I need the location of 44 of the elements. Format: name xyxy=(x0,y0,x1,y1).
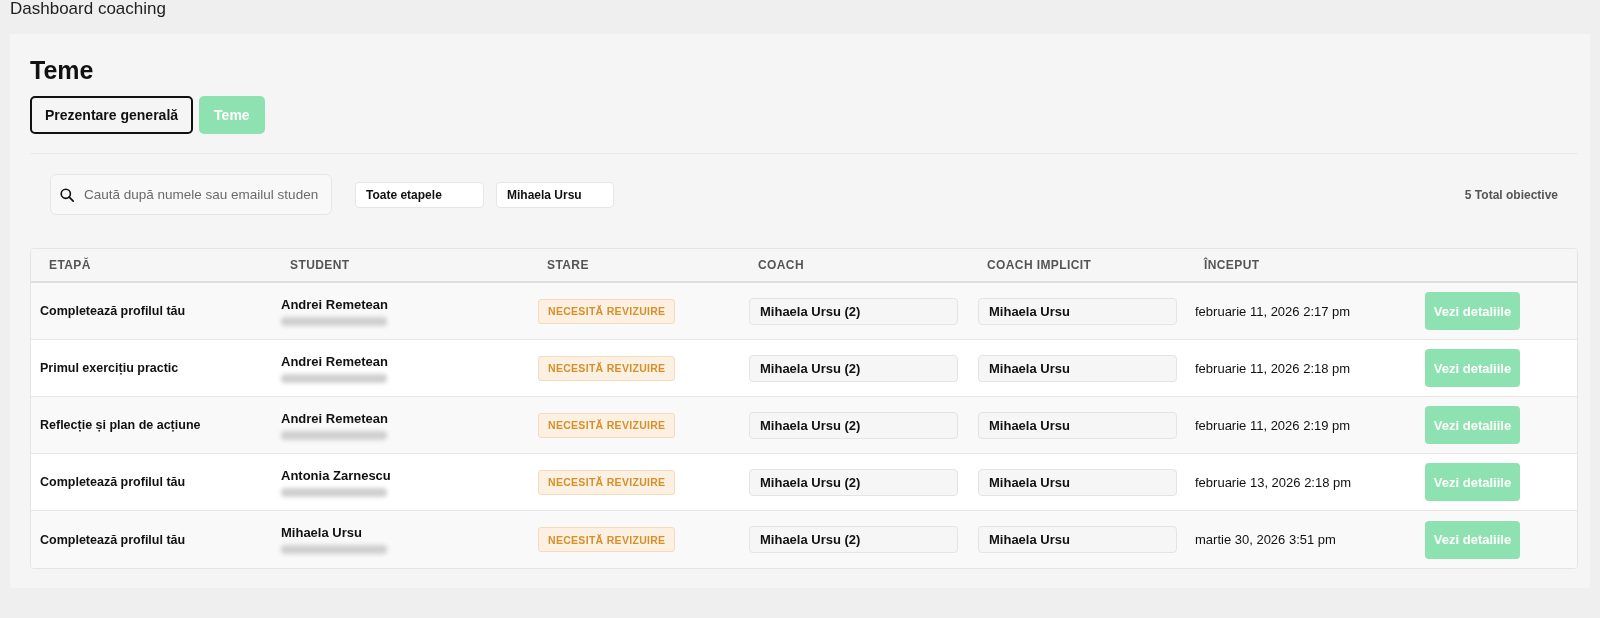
coach-field[interactable]: Mihaela Ursu (2) xyxy=(749,468,958,496)
column-header: STARE xyxy=(547,258,589,272)
stage-name: Primul exercițiu practic xyxy=(40,361,179,375)
start-date: martie 30, 2026 3:51 pm xyxy=(1195,532,1336,547)
student-name: Andrei Remetean xyxy=(281,410,388,426)
default-coach-field[interactable]: Mihaela Ursu xyxy=(978,354,1177,382)
default-coach-field[interactable]: Mihaela Ursu xyxy=(978,526,1177,553)
status-badge: NECESITĂ REVIZUIRE xyxy=(538,469,676,495)
page-title: Dashboard coaching xyxy=(10,0,166,18)
search-field[interactable]: Caută după numele sau emailul studen xyxy=(50,174,332,215)
coach-field[interactable]: Mihaela Ursu (2) xyxy=(749,526,958,553)
column-header: COACH IMPLICIT xyxy=(987,258,1092,272)
status-badge: NECESITĂ REVIZUIRE xyxy=(538,527,676,552)
student-name: Andrei Remetean xyxy=(281,296,388,312)
stage-name: Completează profilul tău xyxy=(40,475,186,489)
section-heading: Teme xyxy=(30,55,94,86)
coach-field[interactable]: Mihaela Ursu (2) xyxy=(749,297,958,325)
default-coach-field[interactable]: Mihaela Ursu xyxy=(978,411,1177,439)
stage-name: Completează profilul tău xyxy=(40,532,186,547)
coach-field[interactable]: Mihaela Ursu (2) xyxy=(749,354,958,382)
default-coach-field[interactable]: Mihaela Ursu xyxy=(978,468,1177,496)
student-name: Mihaela Ursu xyxy=(281,525,362,540)
status-badge: NECESITĂ REVIZUIRE xyxy=(538,355,676,381)
start-date: februarie 11, 2026 2:17 pm xyxy=(1195,303,1351,319)
start-date: februarie 11, 2026 2:18 pm xyxy=(1195,360,1351,376)
column-header: COACH xyxy=(758,258,804,272)
student-name: Andrei Remetean xyxy=(281,353,388,369)
stage-name: Reflecție și plan de acțiune xyxy=(40,418,201,432)
column-header: STUDENT xyxy=(290,258,350,272)
start-date: februarie 13, 2026 2:18 pm xyxy=(1195,474,1352,490)
column-header: ETAPĂ xyxy=(49,258,91,272)
column-header: ÎNCEPUT xyxy=(1204,258,1260,272)
stage-name: Completează profilul tău xyxy=(40,304,186,318)
coach-field[interactable]: Mihaela Ursu (2) xyxy=(749,411,958,439)
student-name: Antonia Zarnescu xyxy=(281,467,391,483)
tab[interactable]: Prezentare generală xyxy=(30,96,194,134)
status-badge: NECESITĂ REVIZUIRE xyxy=(538,298,676,324)
default-coach-field[interactable]: Mihaela Ursu xyxy=(978,297,1177,325)
start-date: februarie 11, 2026 2:19 pm xyxy=(1195,417,1351,433)
search-icon xyxy=(60,188,74,202)
status-badge: NECESITĂ REVIZUIRE xyxy=(538,412,676,438)
total-count: 5 Total obiective xyxy=(1464,187,1558,202)
stage-filter[interactable]: Toate etapele xyxy=(355,181,484,208)
coach-filter[interactable]: Mihaela Ursu xyxy=(496,181,614,208)
